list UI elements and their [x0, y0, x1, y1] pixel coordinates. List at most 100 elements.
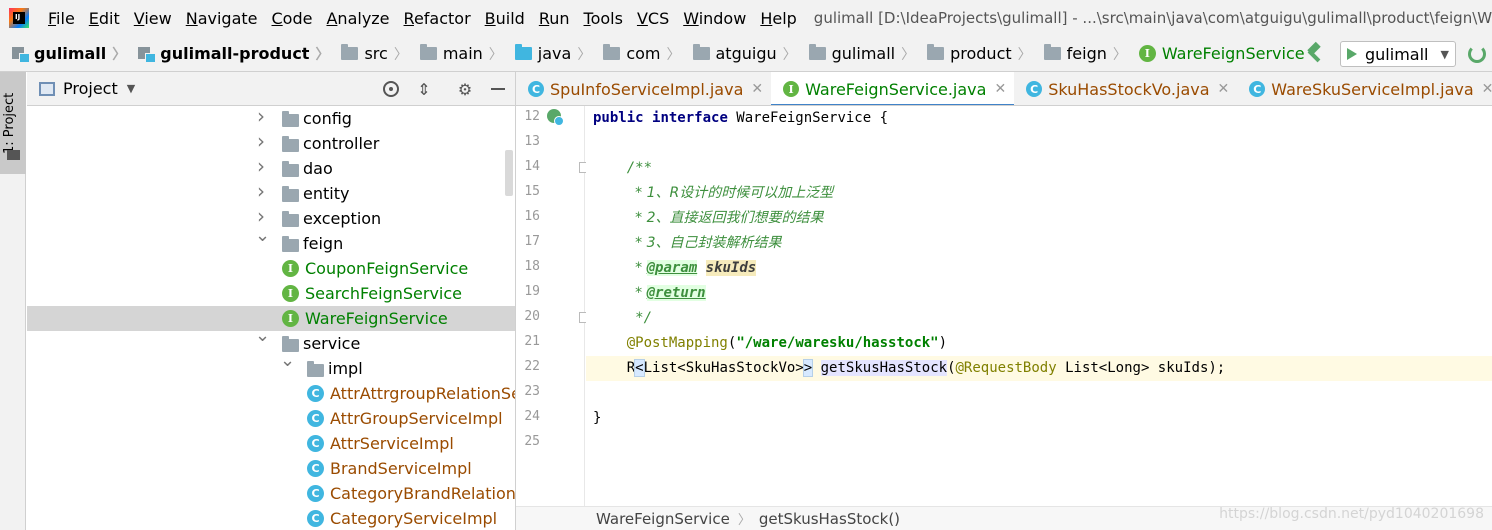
rerun-icon[interactable]	[1468, 45, 1486, 63]
line-number[interactable]: 21	[516, 334, 540, 349]
menu-refactor[interactable]: Refactor	[397, 9, 478, 28]
tree-item-label: AttrAttrgroupRelationServiceImpl	[330, 384, 515, 403]
tree-item[interactable]: C AttrServiceImpl	[27, 431, 515, 456]
nav-crumb-gulimall[interactable]: gulimall 〉	[797, 36, 915, 71]
menu-vcs[interactable]: VCS	[630, 9, 676, 28]
tree-item[interactable]: › exception	[27, 204, 515, 231]
locate-file-icon[interactable]	[383, 81, 399, 97]
chevron-right-icon[interactable]: ›	[255, 179, 267, 203]
closing-brace: }	[593, 410, 602, 426]
project-tool-window-button[interactable]: 1: Project	[0, 72, 26, 174]
tree-item[interactable]: › dao	[27, 154, 515, 181]
line-number[interactable]: 15	[516, 184, 540, 199]
chevron-right-icon: 〉	[1017, 46, 1032, 63]
menu-edit[interactable]: Edit	[82, 9, 127, 28]
chevron-right-icon: 〉	[577, 46, 592, 63]
line-number[interactable]: 22	[516, 359, 540, 374]
line-number[interactable]: 13	[516, 134, 540, 149]
chevron-down-icon[interactable]: ⌄	[280, 350, 295, 371]
chevron-down-icon[interactable]: ⌄	[255, 225, 270, 246]
menu-file[interactable]: File	[41, 9, 82, 28]
tree-item[interactable]: I CouponFeignService	[27, 256, 515, 281]
nav-crumb-com[interactable]: com 〉	[591, 36, 681, 71]
menu-navigate[interactable]: Navigate	[179, 9, 265, 28]
class-icon: C	[307, 510, 324, 527]
editor-tab[interactable]: C WareSkuServiceImpl.java ✕	[1237, 72, 1492, 105]
nav-crumb-feign[interactable]: feign 〉	[1032, 36, 1127, 71]
code-line-14: /**	[586, 156, 1492, 181]
menu-analyze[interactable]: Analyze	[319, 9, 396, 28]
project-panel-title[interactable]: Project	[63, 79, 118, 98]
chevron-right-icon[interactable]: ›	[255, 104, 267, 128]
tree-item[interactable]: ⌄ feign	[27, 225, 515, 256]
class-icon: C	[307, 460, 324, 477]
line-number[interactable]: 18	[516, 259, 540, 274]
close-icon[interactable]: ✕	[751, 81, 763, 97]
tree-item[interactable]: › controller	[27, 129, 515, 156]
tree-item[interactable]: C BrandServiceImpl	[27, 456, 515, 481]
code-editor[interactable]: public interface WareFeignService { /** …	[586, 106, 1492, 506]
nav-crumb-label: com	[626, 44, 661, 63]
line-number[interactable]: 25	[516, 434, 540, 449]
close-icon[interactable]: ✕	[994, 81, 1006, 97]
breadcrumb-method[interactable]: getSkusHasStock()	[759, 510, 900, 528]
tree-item[interactable]: ⌄ impl	[27, 350, 515, 381]
menu-window[interactable]: Window	[676, 9, 753, 28]
tree-item[interactable]: I SearchFeignService	[27, 281, 515, 306]
breadcrumb-interface[interactable]: WareFeignService	[596, 510, 730, 528]
close-icon[interactable]: ✕	[1482, 81, 1492, 97]
tree-item[interactable]: ⌄ service	[27, 325, 515, 356]
menu-tools[interactable]: Tools	[577, 9, 630, 28]
window-title: gulimall [D:\IdeaProjects\gulimall] - ..…	[813, 9, 1492, 27]
gear-icon[interactable]: ⚙	[456, 80, 474, 99]
class-icon: C	[307, 435, 324, 452]
line-number[interactable]: 12	[516, 109, 540, 124]
line-number[interactable]: 16	[516, 209, 540, 224]
nav-crumb-module[interactable]: gulimall-product 〉	[126, 36, 329, 71]
minimize-icon[interactable]	[489, 80, 507, 98]
tree-item[interactable]: C CategoryServiceImpl	[27, 506, 515, 530]
implemented-marker-icon[interactable]	[547, 109, 564, 126]
menu-code[interactable]: Code	[265, 9, 320, 28]
collapse-all-icon[interactable]: ⇕	[415, 80, 433, 99]
project-panel: Project ▼ ⇕ ⚙ › config › controller › dao › ent…	[27, 72, 516, 530]
close-icon[interactable]: ✕	[1218, 81, 1230, 97]
run-configuration-select[interactable]: gulimall ▼	[1340, 41, 1456, 67]
nav-crumb-src[interactable]: src 〉	[329, 36, 408, 71]
tree-item[interactable]: I WareFeignService	[27, 306, 515, 331]
menu-build[interactable]: Build	[478, 9, 532, 28]
tree-scrollbar[interactable]	[505, 150, 513, 196]
line-number[interactable]: 19	[516, 284, 540, 299]
editor-tab[interactable]: I WareFeignService.java ✕	[771, 72, 1015, 105]
chevron-down-icon[interactable]: ⌄	[255, 325, 270, 346]
chevron-right-icon[interactable]: ›	[255, 154, 267, 178]
menu-run[interactable]: Run	[532, 9, 577, 28]
chevron-right-icon[interactable]: ›	[255, 129, 267, 153]
line-number[interactable]: 20	[516, 309, 540, 324]
menu-view[interactable]: View	[127, 9, 179, 28]
folder-icon	[7, 150, 20, 160]
nav-crumb-product[interactable]: product 〉	[915, 36, 1032, 71]
tree-item[interactable]: C AttrAttrgroupRelationServiceImpl	[27, 381, 515, 406]
editor-tab[interactable]: C SkuHasStockVo.java ✕	[1014, 72, 1237, 105]
chevron-down-icon[interactable]: ▼	[127, 82, 135, 95]
tree-item[interactable]: C AttrGroupServiceImpl	[27, 406, 515, 431]
nav-crumb-java[interactable]: java 〉	[503, 36, 592, 71]
line-number[interactable]: 17	[516, 234, 540, 249]
nav-crumb-project[interactable]: gulimall 〉	[0, 36, 126, 71]
interface-icon: I	[783, 81, 800, 97]
editor-tab[interactable]: C SpuInfoServiceImpl.java ✕	[516, 72, 771, 105]
line-number[interactable]: 23	[516, 384, 540, 399]
tree-item[interactable]: C CategoryBrandRelationServiceImpl	[27, 481, 515, 506]
menu-help[interactable]: Help	[753, 9, 803, 28]
nav-crumb-file[interactable]: I WareFeignService	[1127, 36, 1305, 71]
interface-name: WareFeignService {	[727, 110, 889, 126]
nav-crumb-atguigu[interactable]: atguigu 〉	[681, 36, 797, 71]
line-number[interactable]: 24	[516, 409, 540, 424]
line-number[interactable]: 14	[516, 159, 540, 174]
build-hammer-icon[interactable]	[1304, 44, 1324, 64]
nav-crumb-main[interactable]: main 〉	[408, 36, 503, 71]
tree-item[interactable]: › entity	[27, 179, 515, 206]
tree-item[interactable]: › config	[27, 104, 515, 131]
navigation-bar: gulimall 〉 gulimall-product 〉 src 〉 main 〉 j…	[0, 36, 1492, 72]
